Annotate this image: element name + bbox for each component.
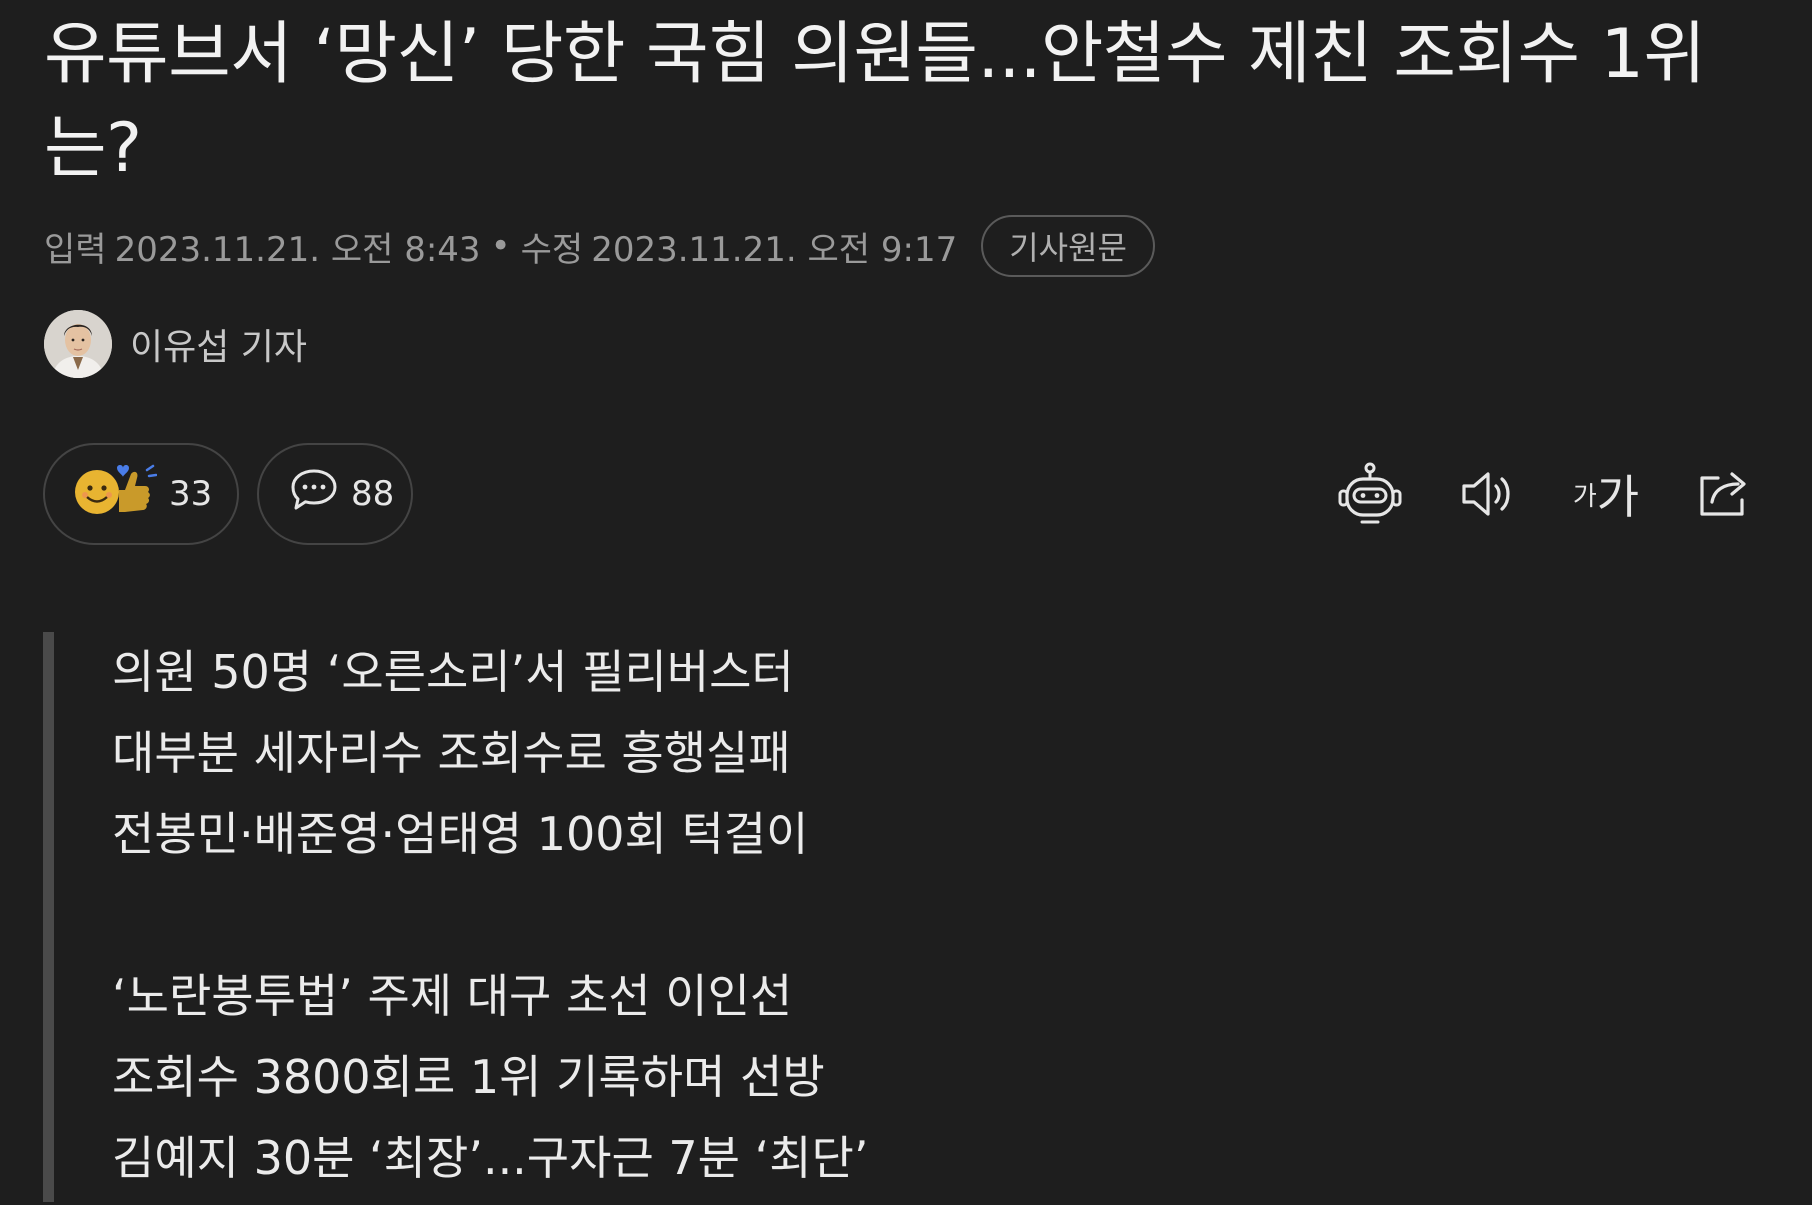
summary-spacer	[112, 875, 868, 956]
reaction-button[interactable]: 33	[43, 443, 239, 545]
summary-line: 전봉민·배준영·엄태영 100회 턱걸이	[112, 807, 809, 861]
article-headline: 유튜브서 ‘망신’ 당한 국힘 의원들...안철수 제친 조회수 1위는?	[44, 15, 1706, 188]
robot-icon[interactable]	[1330, 458, 1410, 530]
summary-line: 김예지 30분 ‘최장’...구자근 7분 ‘최단’	[112, 1131, 869, 1185]
share-icon[interactable]	[1684, 458, 1764, 530]
modified-label: 수정	[520, 229, 584, 270]
article-toolbar: 가가	[1292, 458, 1764, 530]
like-count: 33	[169, 474, 213, 514]
author-avatar[interactable]	[44, 310, 112, 378]
comment-count: 88	[351, 474, 395, 514]
modified-time: 2023.11.21. 오전 9:17	[591, 229, 958, 270]
summary-line: 대부분 세자리수 조회수로 흥행실패	[112, 726, 791, 780]
font-small-glyph: 가	[1572, 481, 1597, 512]
article-meta: 입력 2023.11.21. 오전 8:43 • 수정 2023.11.21. …	[44, 213, 1155, 279]
comment-bubble-icon	[289, 467, 339, 522]
input-time: 2023.11.21. 오전 8:43	[114, 229, 481, 270]
input-label: 입력	[44, 229, 107, 270]
font-size-icon[interactable]: 가가	[1566, 458, 1646, 530]
summary-line: ‘노란봉투법’ 주제 대구 초선 이인선	[112, 969, 793, 1023]
summary-bar	[43, 632, 54, 1202]
comment-button[interactable]: 88	[257, 443, 413, 545]
speaker-icon[interactable]	[1448, 458, 1528, 530]
summary-line: 의원 50명 ‘오른소리’서 필리버스터	[112, 645, 794, 699]
author-name[interactable]: 이유섭 기자	[130, 318, 307, 370]
article-page: 유튜브서 ‘망신’ 당한 국힘 의원들...안철수 제친 조회수 1위는? 입력…	[0, 0, 1812, 1205]
article-summary: 의원 50명 ‘오른소리’서 필리버스터 대부분 세자리수 조회수로 흥행실패 …	[112, 632, 868, 1199]
font-large-glyph: 가	[1596, 470, 1640, 524]
thumbs-up-smile-icon	[73, 460, 158, 529]
meta-separator: •	[490, 226, 511, 266]
original-article-button[interactable]: 기사원문	[981, 215, 1155, 277]
summary-line: 조회수 3800회로 1위 기록하며 선방	[112, 1050, 825, 1104]
author-row[interactable]: 이유섭 기자	[44, 310, 307, 378]
